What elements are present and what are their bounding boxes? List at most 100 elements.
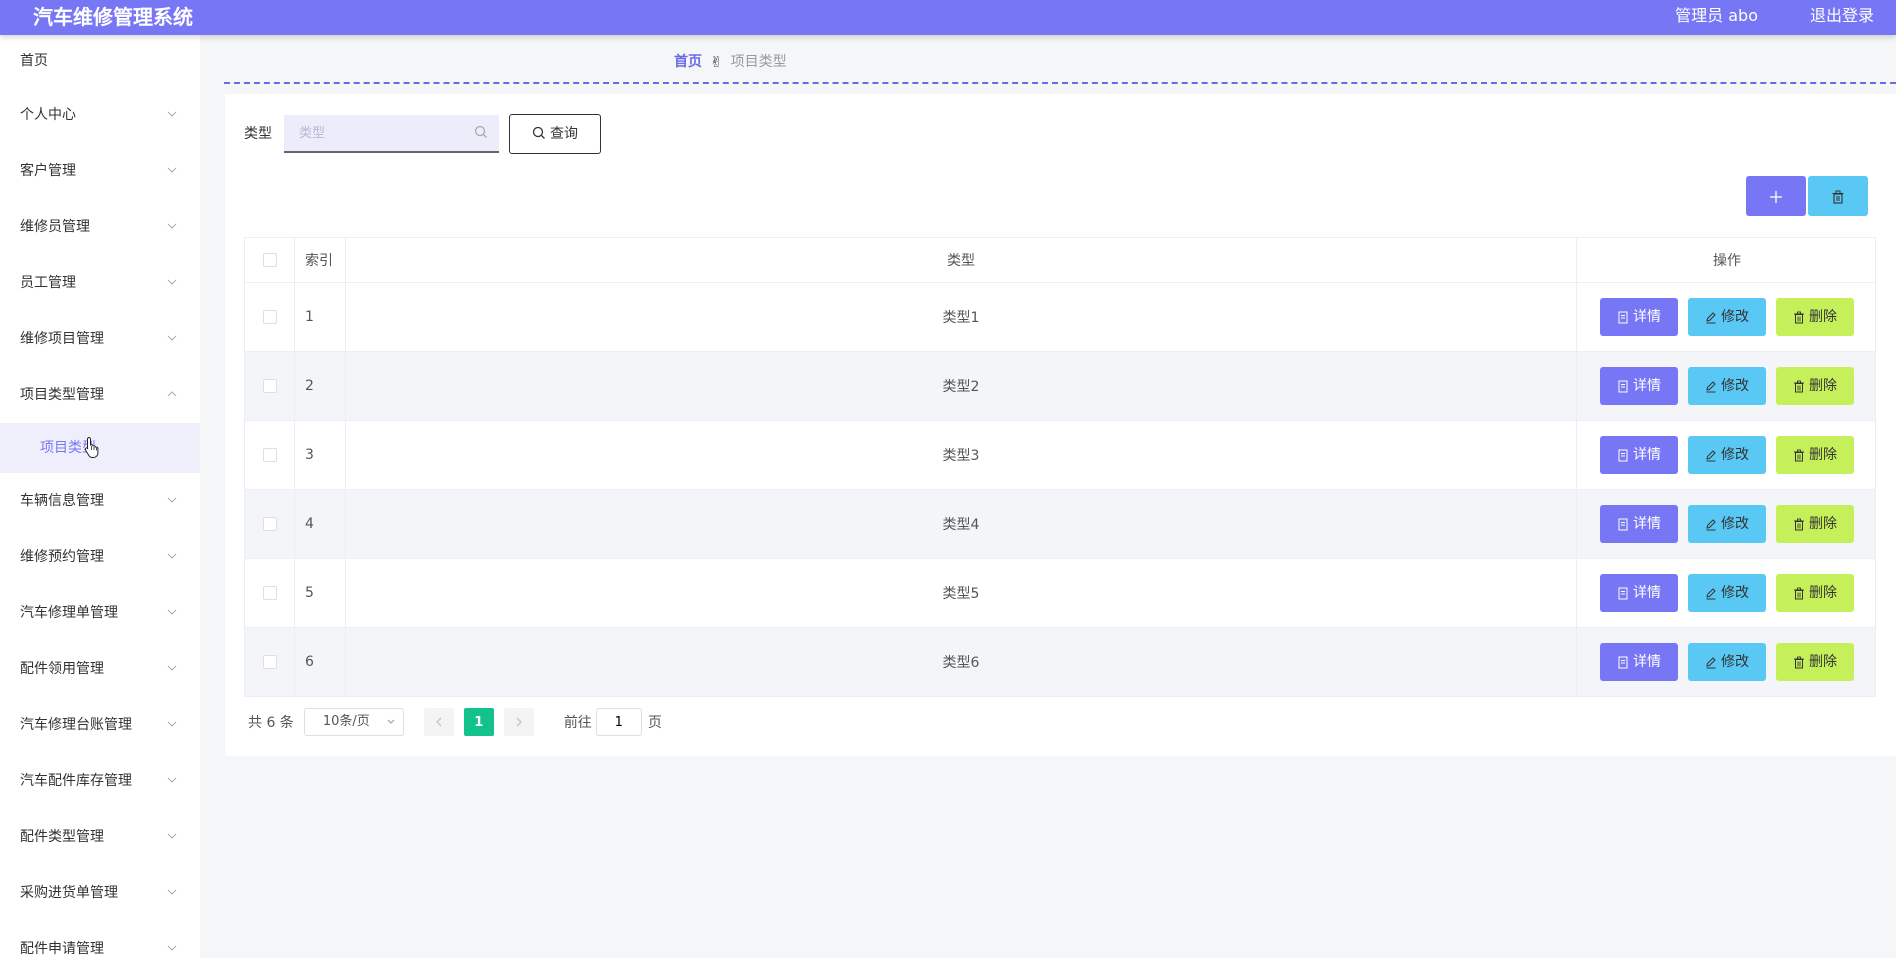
row-checkbox[interactable] [262, 517, 277, 531]
sidebar-menu-item[interactable]: 维修预约管理 [0, 529, 200, 585]
next-page-button[interactable] [503, 708, 534, 736]
edit-button[interactable]: 修改 [1688, 505, 1766, 543]
sidebar: 首页 个人中心 客户管理维修员管理员工管理维修项目管理项目类型管理 项目类型 车辆… [0, 35, 200, 958]
sidebar-menu-item[interactable]: 维修项目管理 [0, 311, 200, 367]
main-content-card: 类型 查询 索引 类型 操作 [225, 94, 1896, 756]
edit-icon [1706, 449, 1716, 461]
detail-button[interactable]: 详情 [1600, 436, 1678, 474]
delete-button[interactable]: 删除 [1776, 643, 1854, 681]
trash-icon [1794, 380, 1804, 392]
row-checkbox[interactable] [262, 379, 277, 393]
edit-button[interactable]: 修改 [1688, 574, 1766, 612]
detail-label: 详情 [1633, 654, 1661, 670]
chevron-down-icon [166, 697, 178, 753]
chevron-left-icon [435, 717, 442, 727]
chevron-down-icon [166, 199, 178, 255]
sidebar-menu-item[interactable]: 员工管理 [0, 255, 200, 311]
detail-label: 详情 [1633, 516, 1661, 532]
search-icon [532, 126, 545, 139]
logout-link[interactable]: 退出登录 [1810, 4, 1874, 28]
query-button[interactable]: 查询 [509, 114, 601, 154]
document-icon [1618, 449, 1628, 461]
delete-label: 删除 [1809, 516, 1837, 532]
sidebar-menu-item[interactable]: 项目类型管理 [0, 367, 200, 423]
breadcrumb: 首页 ✌ 项目类型 [674, 52, 787, 72]
chevron-down-icon [166, 641, 178, 697]
sidebar-menu-item[interactable]: 配件类型管理 [0, 809, 200, 865]
table-row: 6 类型6 详情 修改 删除 [245, 627, 1875, 696]
row-checkbox[interactable] [262, 448, 277, 462]
edit-button[interactable]: 修改 [1688, 643, 1766, 681]
sidebar-menu-item[interactable]: 车辆信息管理 [0, 473, 200, 529]
edit-button[interactable]: 修改 [1688, 298, 1766, 336]
admin-user-label: 管理员 abo [1675, 6, 1758, 25]
row-type: 类型5 [346, 559, 1577, 627]
edit-label: 修改 [1721, 585, 1749, 601]
sidebar-subitem-project-type[interactable]: 项目类型 [0, 423, 200, 473]
row-checkbox[interactable] [262, 310, 277, 324]
delete-button[interactable]: 删除 [1776, 574, 1854, 612]
chevron-down-icon [166, 255, 178, 311]
sidebar-menu-item[interactable]: 汽车配件库存管理 [0, 753, 200, 809]
search-label: 类型 [244, 126, 272, 142]
page-size-value: 10条/页 [322, 714, 370, 729]
sidebar-menu-item[interactable]: 汽车修理单管理 [0, 585, 200, 641]
chevron-down-icon [386, 709, 396, 745]
breadcrumb-divider [224, 82, 1896, 84]
detail-button[interactable]: 详情 [1600, 574, 1678, 612]
edit-button[interactable]: 修改 [1688, 367, 1766, 405]
sidebar-menu-item[interactable]: 个人中心 [0, 87, 200, 143]
batch-delete-button[interactable] [1808, 176, 1868, 216]
goto-page-input[interactable] [595, 708, 642, 736]
sidebar-menu-item[interactable]: 采购进货单管理 [0, 865, 200, 921]
delete-button[interactable]: 删除 [1776, 436, 1854, 474]
detail-label: 详情 [1633, 378, 1661, 394]
query-button-label: 查询 [550, 126, 578, 142]
page-number-active[interactable]: 1 [463, 708, 494, 736]
type-search-input[interactable] [284, 115, 499, 153]
sidebar-item-label: 维修项目管理 [20, 331, 104, 347]
trash-icon [1832, 190, 1844, 204]
sidebar-menu-item[interactable]: 维修员管理 [0, 199, 200, 255]
delete-label: 删除 [1809, 447, 1837, 463]
row-type: 类型4 [346, 490, 1577, 558]
page-size-select[interactable]: 10条/页 [303, 708, 404, 736]
pagination: 共 6 条 10条/页 1 前往 页 [248, 708, 662, 736]
header-checkbox-cell [245, 238, 295, 282]
chevron-down-icon [166, 865, 178, 921]
select-all-checkbox[interactable] [262, 253, 277, 267]
row-type: 类型3 [346, 421, 1577, 489]
sidebar-menu-item[interactable]: 客户管理 [0, 143, 200, 199]
type-table: 索引 类型 操作 1 类型1 详情 修改 删除 2 类型2 详情 修改 删除 3 类型3 详情 修改 删除 4… [244, 237, 1876, 697]
detail-button[interactable]: 详情 [1600, 505, 1678, 543]
detail-button[interactable]: 详情 [1600, 643, 1678, 681]
row-index: 4 [295, 490, 346, 558]
breadcrumb-home[interactable]: 首页 [674, 52, 702, 72]
sidebar-menu-item[interactable]: 汽车修理台账管理 [0, 697, 200, 753]
chevron-down-icon [166, 143, 178, 199]
row-checkbox[interactable] [262, 586, 277, 600]
table-row: 2 类型2 详情 修改 删除 [245, 351, 1875, 420]
row-checkbox[interactable] [262, 655, 277, 669]
delete-button[interactable]: 删除 [1776, 505, 1854, 543]
detail-button[interactable]: 详情 [1600, 367, 1678, 405]
row-type: 类型6 [346, 628, 1577, 696]
sidebar-item-label: 维修员管理 [20, 219, 90, 235]
sidebar-item-home[interactable]: 首页 [0, 35, 200, 87]
detail-button[interactable]: 详情 [1600, 298, 1678, 336]
hand-cursor-icon [84, 436, 99, 458]
sidebar-menu-item[interactable]: 配件申请管理 [0, 921, 200, 958]
row-index: 3 [295, 421, 346, 489]
delete-button[interactable]: 删除 [1776, 298, 1854, 336]
delete-label: 删除 [1809, 309, 1837, 325]
delete-button[interactable]: 删除 [1776, 367, 1854, 405]
edit-icon [1706, 656, 1716, 668]
chevron-down-icon [166, 585, 178, 641]
add-button[interactable] [1746, 176, 1806, 216]
edit-button[interactable]: 修改 [1688, 436, 1766, 474]
prev-page-button[interactable] [423, 708, 454, 736]
row-actions: 详情 修改 删除 [1577, 628, 1877, 696]
sidebar-menu-item[interactable]: 配件领用管理 [0, 641, 200, 697]
edit-icon [1706, 587, 1716, 599]
edit-label: 修改 [1721, 378, 1749, 394]
